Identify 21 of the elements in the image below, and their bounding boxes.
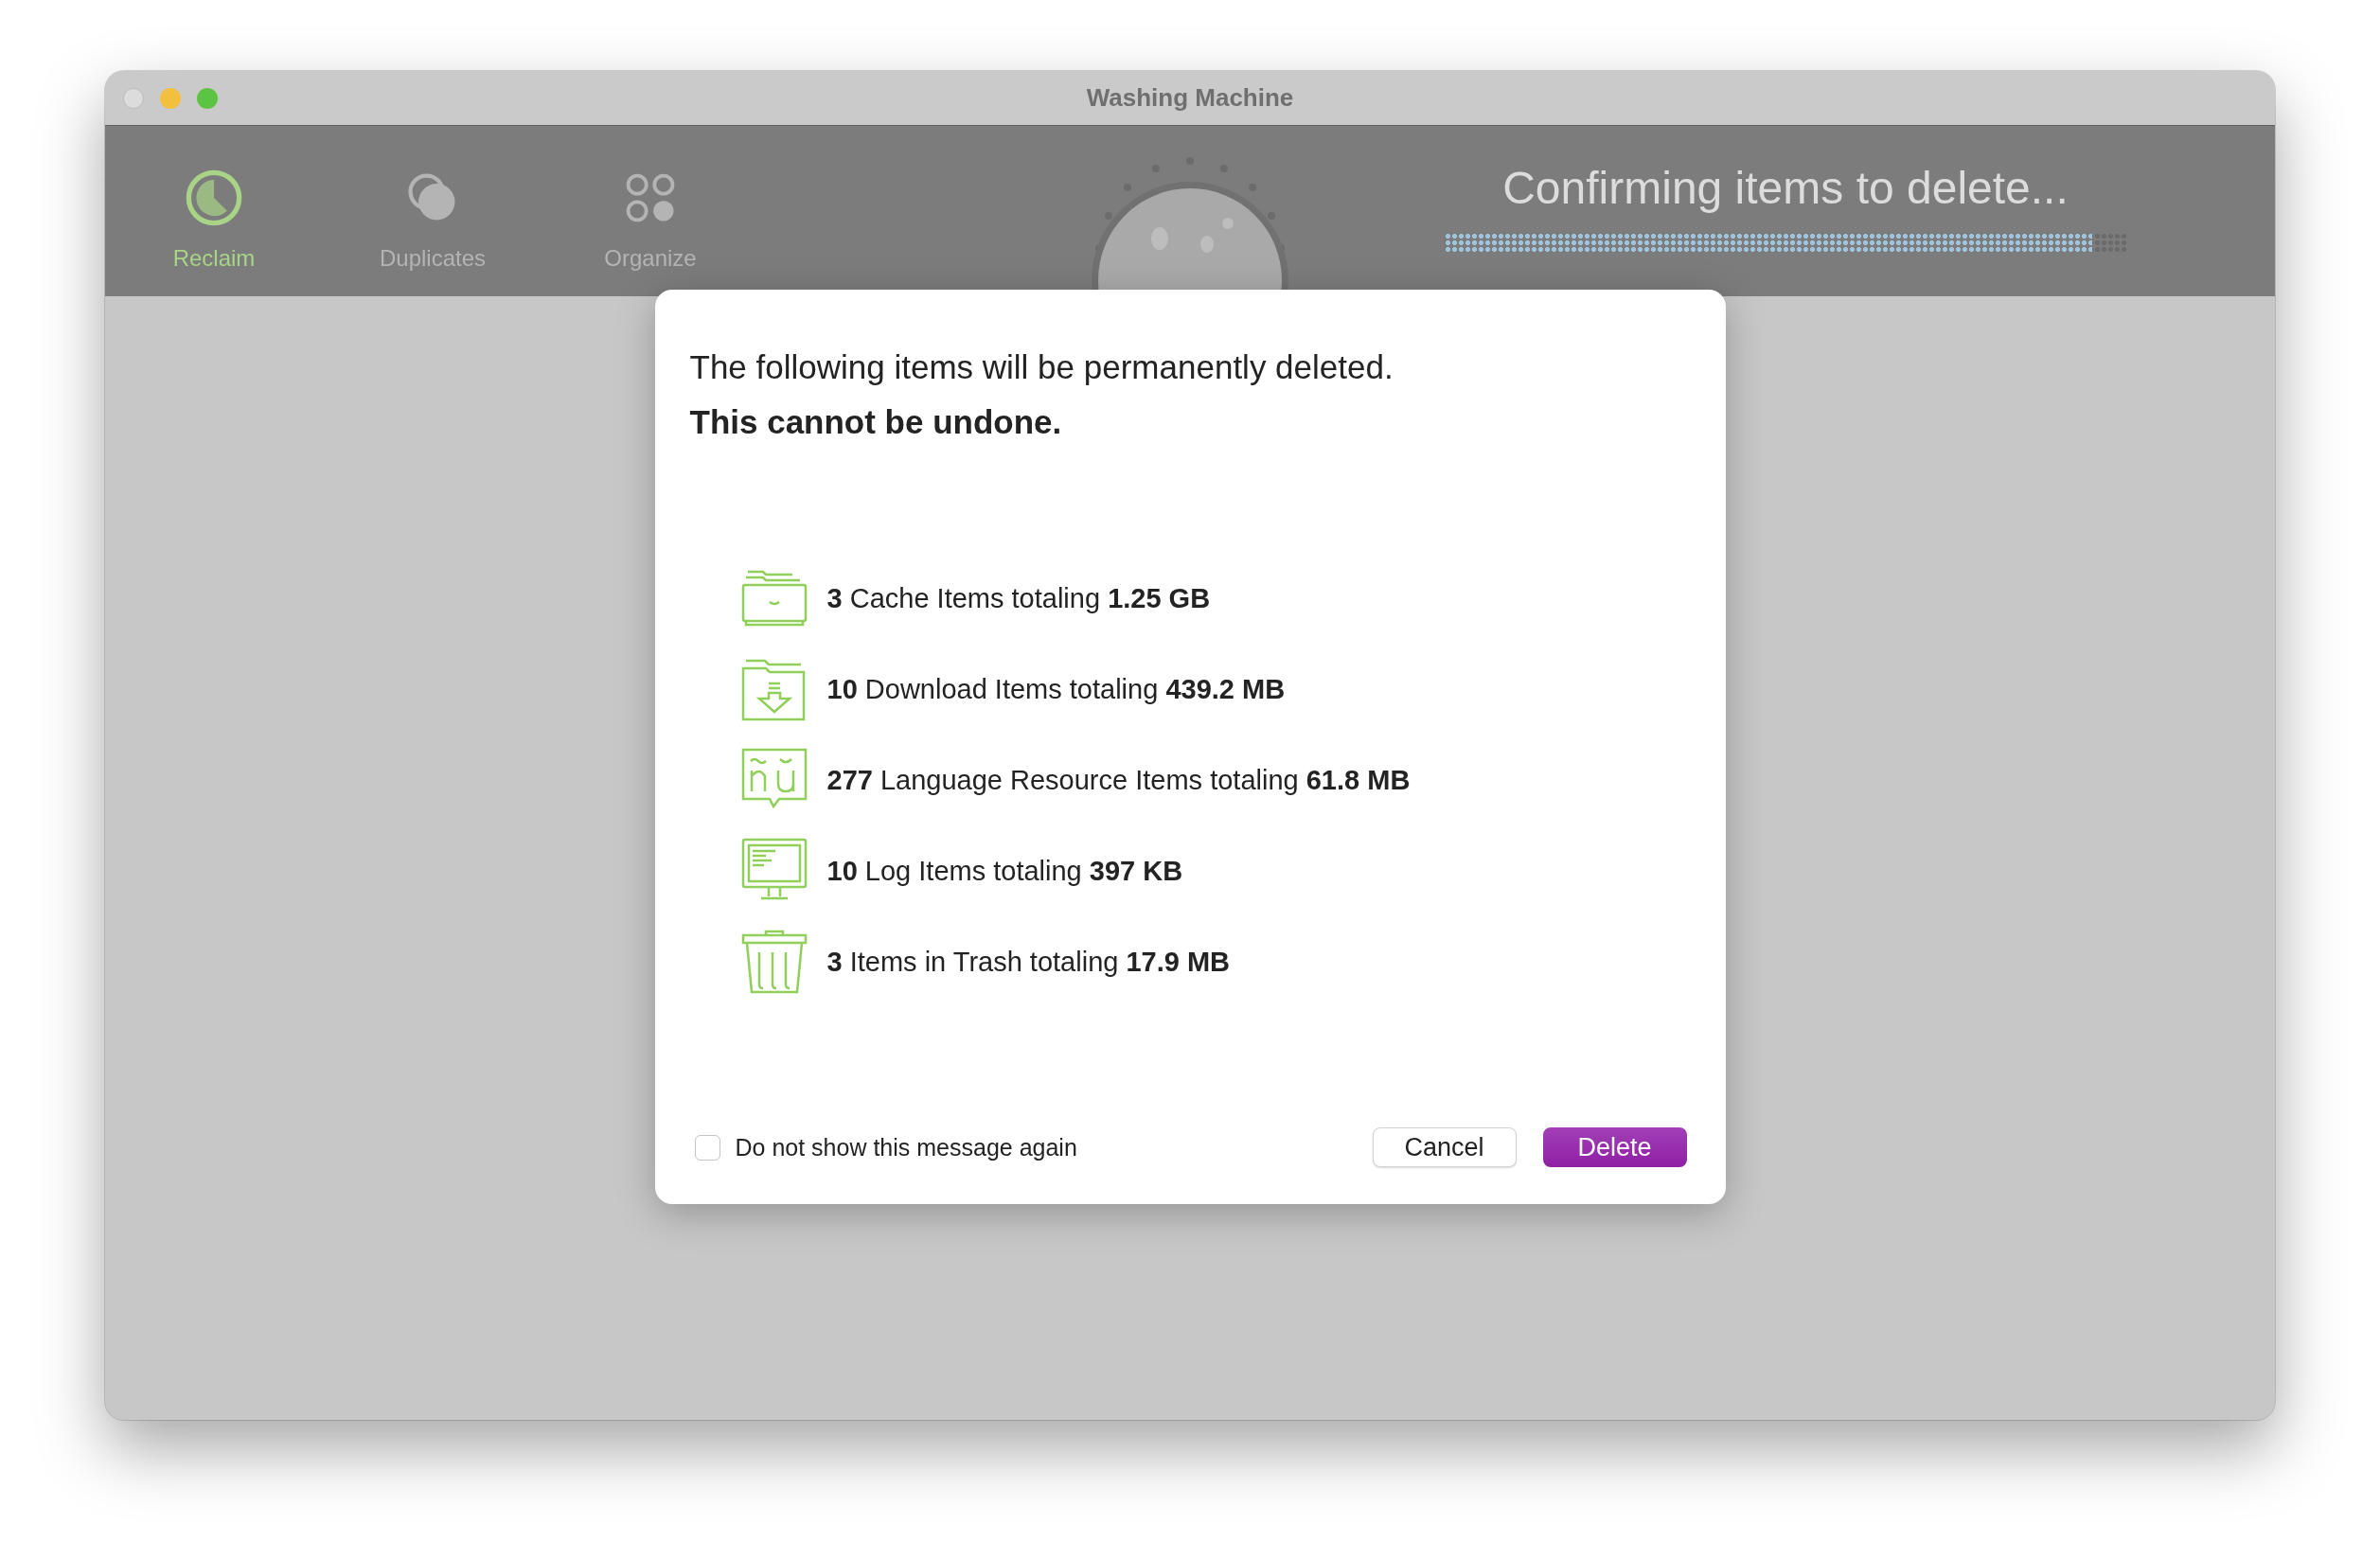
- toolbar-tab[interactable]: Reclaim: [148, 126, 280, 296]
- dialog-message: The following items will be permanently deleted.: [689, 347, 1394, 387]
- toolbar-tab[interactable]: Organize: [542, 126, 759, 296]
- close-button[interactable]: [123, 87, 144, 109]
- checkbox-label: Do not show this message again: [735, 1133, 1077, 1161]
- item-summary: 10 Download Items totaling 439.2 MB: [826, 673, 1286, 705]
- dialog-warning: This cannot be undone.: [689, 402, 1063, 442]
- item-summary: 3 Cache Items totaling 1.25 GB: [826, 582, 1211, 614]
- window-title: Washing Machine: [1086, 83, 1294, 113]
- toolbar-tab[interactable]: Duplicates: [324, 126, 542, 296]
- item-summary: 3 Items in Trash totaling 17.9 MB: [826, 946, 1231, 978]
- zoom-button[interactable]: [197, 87, 218, 109]
- pie-chart-icon: [184, 168, 244, 228]
- delete-button[interactable]: Delete: [1542, 1127, 1687, 1167]
- checkbox[interactable]: [694, 1134, 720, 1161]
- cancel-button[interactable]: Cancel: [1372, 1127, 1517, 1167]
- item-summary: 10 Log Items totaling 397 KB: [826, 855, 1183, 887]
- trash-icon: [739, 928, 808, 996]
- status-text: Confirming items to delete...: [1502, 162, 2069, 214]
- minimize-button[interactable]: [160, 87, 181, 109]
- item-summary: 277 Language Resource Items totaling 61.8 MB: [826, 764, 1411, 796]
